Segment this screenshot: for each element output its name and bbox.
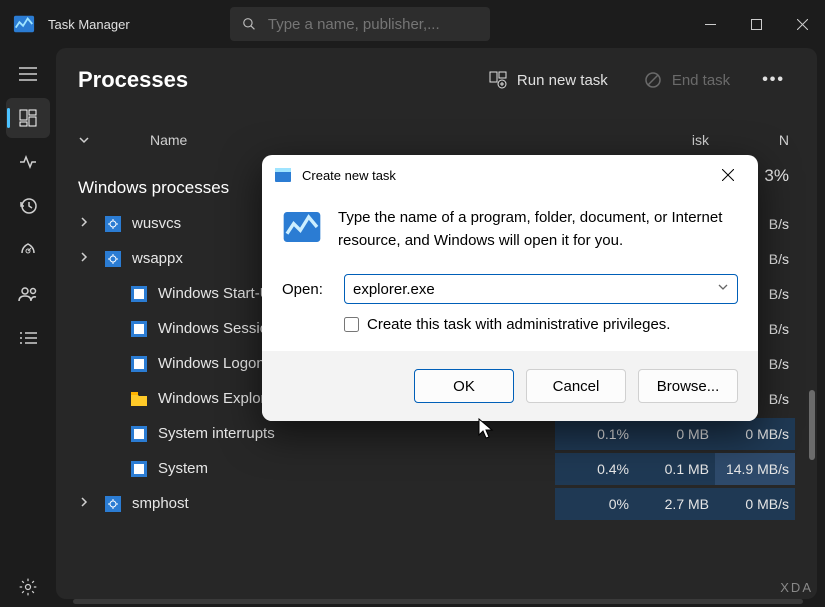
process-name: Windows Logon A: [158, 355, 278, 372]
run-new-task-label: Run new task: [517, 72, 608, 89]
chevron-down-icon[interactable]: [717, 280, 729, 298]
metric-cell: 14.9 MB/s: [715, 453, 795, 485]
metric-cell: 0 MB/s: [715, 488, 795, 520]
nav-app-history[interactable]: [6, 186, 50, 226]
minimize-button[interactable]: [687, 0, 733, 48]
sort-chevron-icon[interactable]: [78, 134, 90, 146]
process-row[interactable]: System interrupts 0.1%0 MB0 MB/s: [78, 416, 817, 451]
metric-cell: 0.4%: [555, 453, 635, 485]
process-icon: [130, 285, 148, 303]
window-controls: [687, 0, 825, 48]
admin-label: Create this task with administrative pri…: [367, 316, 670, 333]
dialog-description: Type the name of a program, folder, docu…: [338, 207, 738, 252]
nav-details[interactable]: [6, 318, 50, 358]
vertical-scrollbar[interactable]: [809, 390, 815, 460]
task-manager-icon: [12, 12, 36, 36]
sidebar: [0, 48, 56, 607]
process-icon: [130, 390, 148, 408]
nav-settings[interactable]: [6, 567, 50, 607]
process-icon: [130, 355, 148, 373]
process-name: smphost: [132, 495, 189, 512]
close-button[interactable]: [779, 0, 825, 48]
expand-chevron-icon[interactable]: [78, 495, 104, 512]
nav-processes[interactable]: [6, 98, 50, 138]
dialog-icon: [274, 166, 292, 184]
browse-button[interactable]: Browse...: [638, 369, 738, 403]
process-name: wusvcs: [132, 215, 181, 232]
dialog-title: Create new task: [302, 168, 396, 183]
metric-cell: 0.1%: [555, 418, 635, 450]
hamburger-button[interactable]: [6, 54, 50, 94]
process-row[interactable]: System 0.4%0.1 MB14.9 MB/s: [78, 451, 817, 486]
process-name: wsappx: [132, 250, 183, 267]
metric-cell: 0 MB: [635, 418, 715, 450]
end-task-icon: [644, 71, 662, 89]
process-icon: [130, 460, 148, 478]
run-new-task-button[interactable]: Run new task: [475, 63, 622, 97]
process-icon: [104, 495, 122, 513]
search-icon: [242, 16, 256, 32]
run-task-icon: [489, 71, 507, 89]
page-title: Processes: [78, 67, 188, 93]
process-icon: [130, 320, 148, 338]
nav-users[interactable]: [6, 274, 50, 314]
titlebar: Task Manager: [0, 0, 825, 48]
open-input[interactable]: [353, 281, 717, 298]
process-name: Windows Explorer: [158, 390, 279, 407]
maximize-button[interactable]: [733, 0, 779, 48]
metric-cell: 0 MB/s: [715, 418, 795, 450]
col-name[interactable]: Name: [150, 132, 187, 148]
col-network[interactable]: N: [715, 132, 795, 148]
expand-chevron-icon[interactable]: [78, 250, 104, 267]
app-title: Task Manager: [48, 17, 130, 32]
process-icon: [130, 425, 148, 443]
ok-button[interactable]: OK: [414, 369, 514, 403]
search-box[interactable]: [230, 7, 490, 41]
horizontal-scrollbar[interactable]: [73, 599, 803, 604]
watermark: XDA: [780, 580, 813, 595]
expand-chevron-icon[interactable]: [78, 215, 104, 232]
open-label: Open:: [282, 281, 330, 298]
cancel-button[interactable]: Cancel: [526, 369, 626, 403]
task-manager-large-icon: [282, 207, 322, 247]
end-task-button[interactable]: End task: [630, 63, 744, 97]
metric-cell: 0.1 MB: [635, 453, 715, 485]
page-header: Processes Run new task End task •••: [56, 48, 817, 112]
process-name: Windows Start-Up: [158, 285, 279, 302]
metric-cell: 0%: [555, 488, 635, 520]
dialog-close-button[interactable]: [710, 157, 746, 193]
admin-checkbox[interactable]: [344, 317, 359, 332]
col-disk[interactable]: isk: [635, 132, 715, 148]
end-task-label: End task: [672, 72, 730, 89]
nav-performance[interactable]: [6, 142, 50, 182]
process-name: System interrupts: [158, 425, 275, 442]
process-icon: [104, 250, 122, 268]
open-combobox[interactable]: [344, 274, 738, 304]
nav-startup-apps[interactable]: [6, 230, 50, 270]
search-input[interactable]: [268, 16, 478, 33]
create-new-task-dialog: Create new task Type the name of a progr…: [262, 155, 758, 421]
process-row[interactable]: smphost 0%2.7 MB0 MB/s: [78, 486, 817, 521]
process-icon: [104, 215, 122, 233]
more-button[interactable]: •••: [752, 63, 795, 97]
metric-cell: 2.7 MB: [635, 488, 715, 520]
process-name: System: [158, 460, 208, 477]
